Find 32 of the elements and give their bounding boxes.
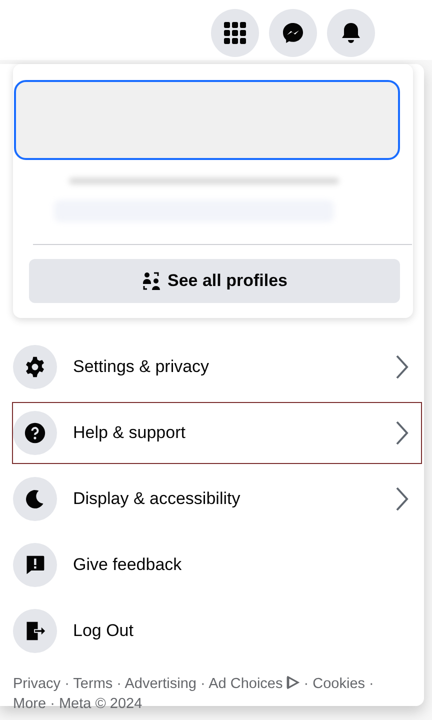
messenger-button[interactable] (269, 9, 317, 57)
grid-menu-icon (223, 21, 247, 45)
footer-link[interactable]: Cookies (312, 676, 366, 692)
menu-item[interactable]: Display & accessibility (12, 468, 422, 530)
copyright-text: Meta © 2024 (58, 696, 142, 712)
notifications-button[interactable] (327, 9, 375, 57)
menu-button[interactable] (211, 9, 259, 57)
settings-icon (24, 356, 46, 378)
menu-item[interactable]: Settings & privacy (12, 336, 422, 398)
profile-preview[interactable] (14, 80, 400, 160)
footer-link[interactable]: Ad Choices (208, 676, 300, 692)
footer-link[interactable]: Terms (73, 676, 113, 692)
moon-icon (24, 488, 46, 510)
menu-item-label: Give feedback (73, 555, 183, 575)
menu-item-label: Help & support (73, 423, 186, 443)
footer-link[interactable]: Privacy (13, 676, 61, 692)
menu-item-label: Log Out (73, 621, 134, 641)
messenger-icon (281, 21, 305, 45)
footer-link[interactable]: Advertising (124, 676, 196, 692)
menu-item[interactable]: Log Out (12, 600, 422, 662)
menu-item[interactable]: Help & support (12, 402, 422, 464)
footer-link[interactable]: More (13, 696, 46, 712)
logout-icon (24, 620, 46, 642)
footer-links: Privacy · Terms · Advertising · Ad Choices · Cookies · More · Meta © 2024 (13, 675, 375, 714)
profiles-switch-icon (142, 271, 162, 291)
see-all-profiles-button[interactable]: See all profiles (29, 259, 400, 303)
bell-icon (339, 21, 363, 45)
menu-item[interactable]: Give feedback (12, 534, 422, 596)
menu-item-label: Settings & privacy (73, 357, 210, 377)
feedback-icon (24, 554, 46, 576)
menu-item-label: Display & accessibility (73, 489, 242, 509)
help-icon (24, 422, 46, 444)
